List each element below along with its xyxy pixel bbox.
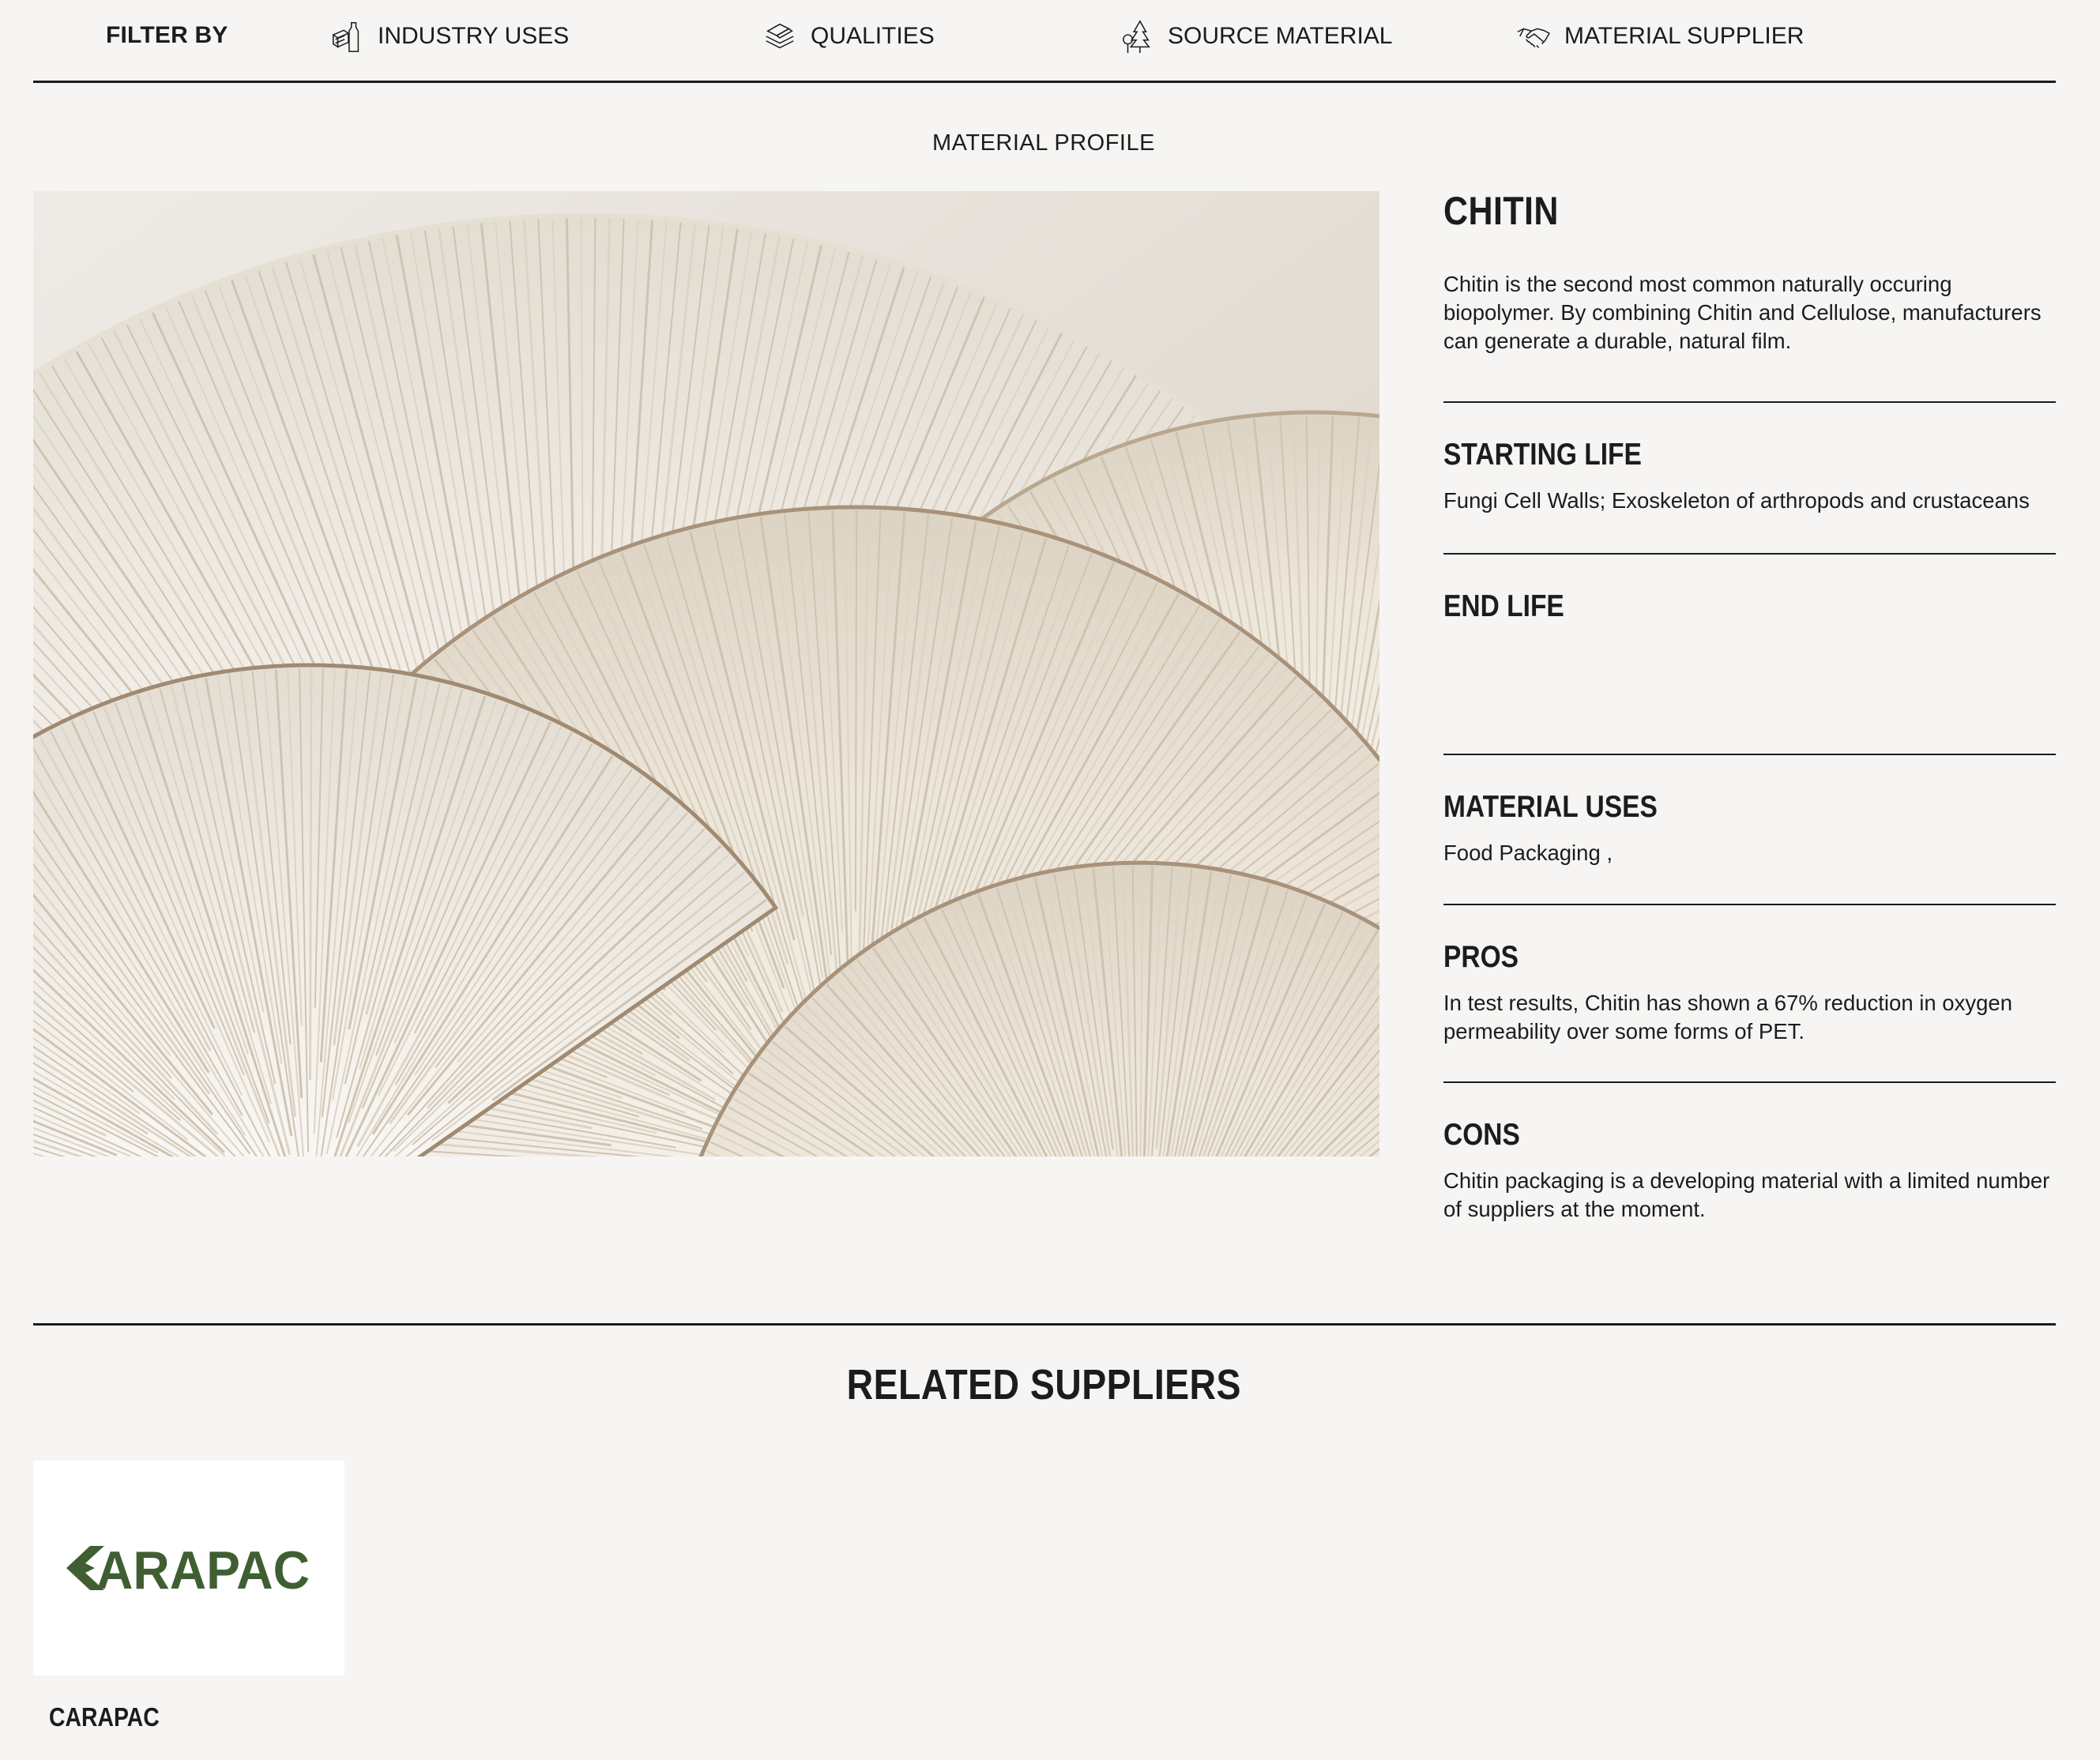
material-uses-heading: MATERIAL USES [1443,790,1658,824]
pros-section: PROS In test results, Chitin has shown a… [1443,904,2056,1046]
starting-life-heading: STARTING LIFE [1443,438,1642,472]
end-life-section: END LIFE [1443,553,2056,638]
filter-source-material[interactable]: SOURCE MATERIAL [1119,14,1393,58]
pros-text: In test results, Chitin has shown a 67% … [1443,991,2012,1044]
section-divider [33,1323,2056,1326]
handshake-icon [1517,28,1550,48]
trees-icon [1123,20,1150,54]
related-suppliers-title-text: RELATED SUPPLIERS [846,1361,1241,1408]
section-label: MATERIAL PROFILE [932,130,1155,156]
filter-qualities-label: QUALITIES [811,23,935,49]
material-uses-text: Food Packaging , [1443,841,1613,865]
carapac-logo: ARAPAC [66,1540,310,1600]
cons-text: Chitin packaging is a developing materia… [1443,1168,2050,1221]
cons-section: CONS Chitin packaging is a developing ma… [1443,1081,2056,1224]
bottles-icon [332,21,359,52]
layers-icon [766,23,794,49]
filter-material-supplier-label: MATERIAL SUPPLIER [1564,23,1805,49]
filter-bar: FILTER BY INDUSTRY USES QUALITIES SOURCE… [33,0,2056,83]
mushroom-gills-illustration [33,191,1379,1156]
material-description: Chitin is the second most common natural… [1443,272,2042,353]
filter-by-label: FILTER BY [106,22,228,48]
supplier-card-carapac[interactable]: ARAPAC CARAPAC [33,1461,344,1732]
supplier-logo-carapac[interactable]: ARAPAC [33,1461,344,1675]
pros-heading: PROS [1443,940,1519,974]
cons-heading: CONS [1443,1118,1520,1152]
filter-industry-uses-label: INDUSTRY USES [378,23,570,49]
material-uses-section: MATERIAL USES Food Packaging , [1443,754,2056,867]
material-title: CHITIN [1443,189,1559,233]
filter-source-material-label: SOURCE MATERIAL [1168,23,1393,49]
material-profile: CHITIN Chitin is the second most common … [1443,188,2056,1221]
filter-material-supplier[interactable]: MATERIAL SUPPLIER [1515,14,1804,58]
end-life-heading: END LIFE [1443,589,1564,623]
starting-life-text: Fungi Cell Walls; Exoskeleton of arthrop… [1443,488,2030,513]
filter-industry-uses[interactable]: INDUSTRY USES [329,14,569,58]
filter-qualities[interactable]: QUALITIES [762,14,935,58]
supplier-name[interactable]: CARAPAC [49,1702,303,1732]
starting-life-section: STARTING LIFE Fungi Cell Walls; Exoskele… [1443,401,2056,515]
related-suppliers-title: RELATED SUPPLIERS [0,1360,2087,1409]
material-hero-image [33,191,1379,1156]
carapac-logo-text: ARAPAC [96,1540,310,1600]
